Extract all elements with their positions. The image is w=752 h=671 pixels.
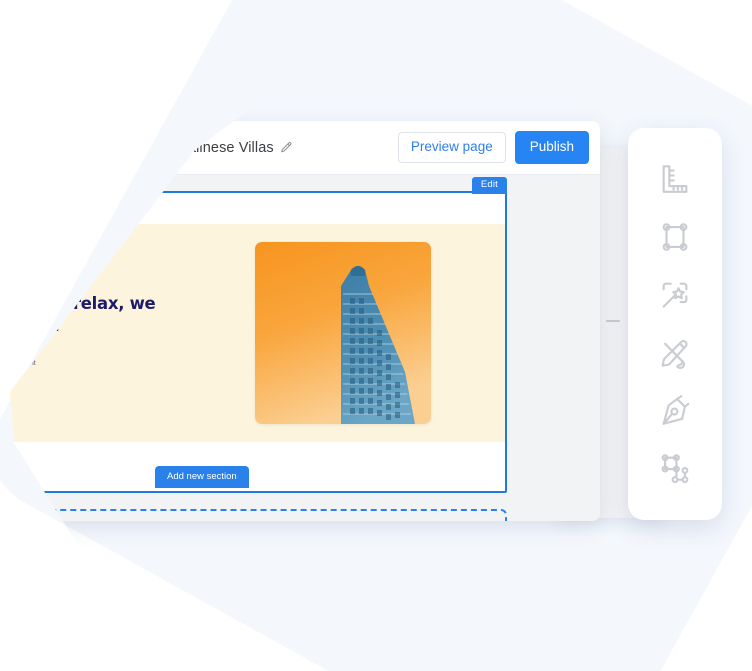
pen-tool[interactable] bbox=[646, 382, 704, 440]
add-new-section-button[interactable]: Add new section bbox=[155, 466, 249, 489]
hero-media-column bbox=[255, 224, 505, 442]
pencil-icon[interactable] bbox=[280, 141, 293, 154]
crossed-pen-brush-icon bbox=[658, 336, 692, 370]
flatiron-building-photo bbox=[255, 242, 431, 424]
panel-resize-handle[interactable] bbox=[606, 320, 620, 322]
document-title: Draft: Balinese Villas bbox=[138, 140, 293, 156]
hero-text-column: Looking for the best rental? Just sit ba… bbox=[0, 224, 255, 442]
new-section-dropzone[interactable] bbox=[10, 509, 507, 521]
magic-wand-tool[interactable] bbox=[646, 266, 704, 324]
node-path-icon bbox=[658, 452, 692, 486]
hero-paragraph: Find your dream place from more than 10k… bbox=[0, 348, 38, 367]
publish-button[interactable]: Publish bbox=[514, 131, 589, 164]
hero-section: Looking for the best rental? Just sit ba… bbox=[0, 224, 505, 442]
brush-pencil-tool[interactable] bbox=[646, 324, 704, 382]
preview-page-button[interactable]: Preview page bbox=[397, 132, 506, 163]
document-title-text: Draft: Balinese Villas bbox=[138, 139, 274, 156]
section-edit-badge[interactable]: Edit bbox=[471, 177, 507, 194]
pen-nib-icon bbox=[658, 394, 692, 428]
ruler-tool[interactable] bbox=[646, 150, 704, 208]
tool-palette bbox=[628, 128, 722, 520]
topbar-actions: Preview page Publish bbox=[397, 131, 589, 164]
ruler-icon bbox=[658, 162, 692, 196]
selected-section-frame[interactable]: Edit Looking for the best rental? Just s… bbox=[0, 177, 507, 493]
editor-window: Draft: Balinese Villas Preview page Publ… bbox=[0, 121, 600, 521]
editor-canvas: Edit Looking for the best rental? Just s… bbox=[0, 175, 600, 521]
bounding-box-icon bbox=[658, 220, 692, 254]
transform-tool[interactable] bbox=[646, 208, 704, 266]
node-path-tool[interactable] bbox=[646, 440, 704, 498]
editor-topbar: Draft: Balinese Villas Preview page Publ… bbox=[10, 121, 600, 175]
hero-heading: Looking for the best rental? Just sit ba… bbox=[0, 250, 156, 336]
screenshot-root: Draft: Balinese Villas Preview page Publ… bbox=[0, 0, 752, 671]
magic-wand-icon bbox=[658, 278, 692, 312]
